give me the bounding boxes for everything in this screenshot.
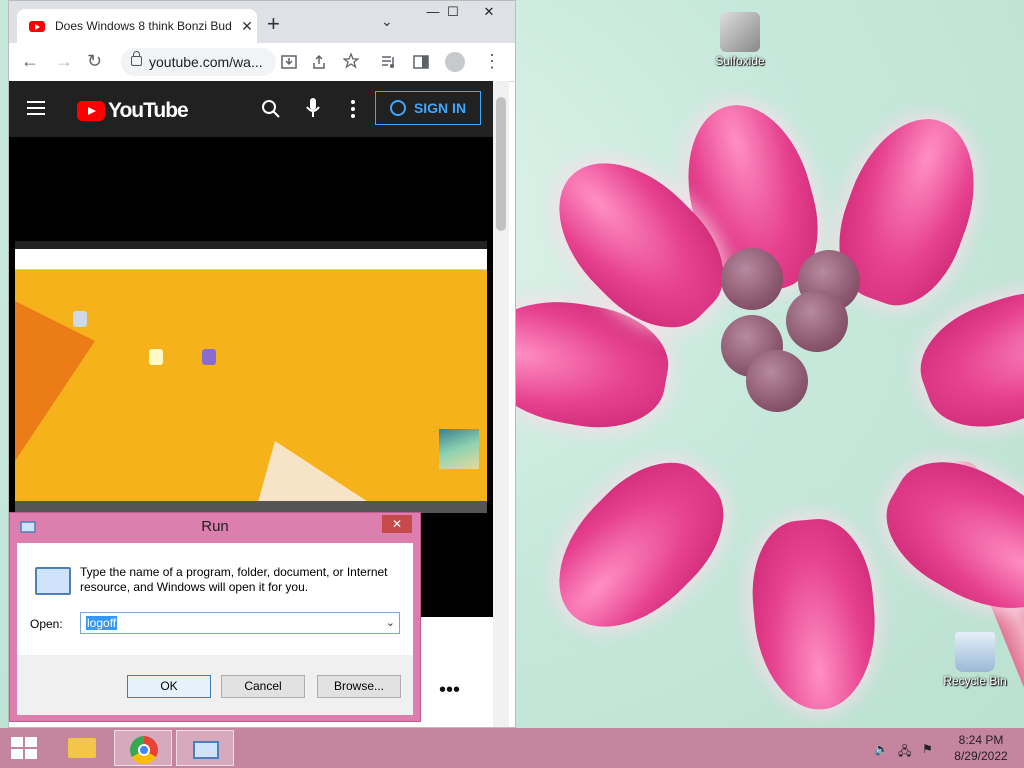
forward-button[interactable]: → — [55, 51, 73, 72]
video-thumbnail[interactable] — [439, 429, 479, 469]
chrome-icon — [130, 736, 158, 764]
cancel-button[interactable]: Cancel — [221, 675, 305, 698]
scrollbar-thumb[interactable] — [496, 97, 506, 231]
browser-toolbar: ← → ↻ youtube.com/wa... ⋮ — [9, 43, 515, 82]
flower-petal — [746, 514, 883, 715]
flower-petal — [529, 437, 749, 657]
run-dialog: Run ✕ Type the name of a program, folder… — [9, 512, 421, 722]
maximize-button[interactable]: ☐ — [435, 1, 471, 25]
video-player[interactable] — [15, 241, 487, 513]
action-center-icon[interactable]: ⚑ — [922, 742, 933, 756]
ok-button[interactable]: OK — [127, 675, 211, 698]
youtube-play-icon — [77, 101, 105, 121]
desktop-icon-recycle-bin[interactable]: Recycle Bin — [940, 632, 1010, 688]
tab-strip: Does Windows 8 think Bonzi Bud ✕ + ⌄ — ☐… — [9, 1, 515, 43]
share-icon[interactable] — [311, 54, 327, 70]
new-tab-button[interactable]: + — [267, 11, 280, 37]
desktop-icon-label: Recycle Bin — [943, 674, 1007, 688]
taskbar: 🔈 🖧 ⚑ 8:24 PM 8/29/2022 — [0, 728, 1024, 768]
video-desktop-icon — [149, 349, 163, 365]
video-desktop-icon — [73, 311, 87, 327]
youtube-logo[interactable]: YouTube — [77, 99, 189, 123]
run-icon — [193, 741, 219, 759]
more-options-icon[interactable] — [349, 99, 357, 119]
desktop-icon-sulfoxide[interactable]: Sulfoxide — [705, 12, 775, 68]
desktop-icon-label: Sulfoxide — [715, 54, 765, 68]
desktop-wallpaper — [516, 0, 1024, 728]
network-icon[interactable]: 🖧 — [898, 742, 911, 763]
page-scrollbar[interactable] — [493, 81, 509, 727]
system-clock[interactable]: 8:24 PM 8/29/2022 — [946, 732, 1016, 764]
more-actions-icon[interactable]: ••• — [439, 679, 460, 702]
recycle-bin-icon — [955, 632, 995, 672]
run-dialog-title: Run — [201, 518, 229, 535]
folder-icon — [68, 738, 96, 758]
windows-logo-icon — [25, 749, 37, 759]
address-bar-url: youtube.com/wa... — [149, 54, 263, 70]
windows-logo-icon — [11, 749, 23, 759]
youtube-logo-text: YouTube — [108, 99, 189, 122]
close-window-button[interactable]: ✕ — [471, 1, 507, 25]
chrome-menu-icon[interactable]: ⋮ — [483, 51, 501, 72]
bookmark-star-icon[interactable] — [343, 53, 359, 69]
sign-in-label: SIGN IN — [413, 100, 467, 116]
youtube-favicon-icon — [29, 20, 45, 32]
flower-bud — [721, 248, 783, 310]
volume-muted-icon[interactable]: 🔈 — [874, 742, 889, 756]
run-dialog-buttons: OK Cancel Browse... — [17, 655, 413, 715]
flower-bud — [786, 290, 848, 352]
sulfoxide-icon — [720, 12, 760, 52]
side-panel-icon[interactable] — [413, 54, 429, 70]
youtube-header: YouTube SIGN IN — [9, 81, 493, 137]
sign-in-button[interactable]: SIGN IN — [375, 91, 481, 125]
open-label: Open: — [30, 617, 63, 631]
taskbar-run[interactable] — [176, 730, 234, 766]
browser-tab[interactable]: Does Windows 8 think Bonzi Bud ✕ — [17, 9, 257, 43]
hamburger-menu-icon[interactable] — [27, 101, 45, 115]
video-desktop-icon — [202, 349, 216, 365]
open-combobox[interactable]: logoff ⌄ — [80, 612, 400, 634]
profile-avatar-icon[interactable] — [445, 52, 465, 72]
reload-button[interactable]: ↻ — [87, 51, 102, 72]
run-close-button[interactable]: ✕ — [382, 515, 412, 533]
account-icon — [389, 100, 406, 116]
browse-button[interactable]: Browse... — [317, 675, 401, 698]
media-control-icon[interactable] — [381, 54, 397, 70]
install-icon[interactable] — [281, 54, 297, 70]
start-button[interactable] — [11, 737, 39, 759]
windows-logo-icon — [25, 737, 37, 747]
video-window-chrome — [15, 249, 487, 270]
run-dialog-body: Type the name of a program, folder, docu… — [17, 543, 413, 655]
clock-time: 8:24 PM — [958, 733, 1004, 747]
clock-date: 8/29/2022 — [954, 749, 1008, 763]
search-icon[interactable] — [261, 99, 281, 119]
lock-icon — [131, 51, 142, 66]
video-top-bar — [15, 241, 487, 249]
back-button[interactable]: ← — [21, 51, 39, 72]
run-program-icon — [35, 567, 71, 595]
taskbar-chrome[interactable] — [114, 730, 172, 766]
address-bar[interactable]: youtube.com/wa... — [121, 48, 276, 76]
tab-close-icon[interactable]: ✕ — [237, 18, 257, 35]
microphone-icon[interactable] — [305, 97, 321, 119]
tab-search-button[interactable]: ⌄ — [381, 13, 393, 30]
flower-petal — [866, 438, 1024, 637]
tab-title: Does Windows 8 think Bonzi Bud — [55, 19, 232, 33]
run-description: Type the name of a program, folder, docu… — [80, 565, 388, 594]
windows-logo-icon — [11, 737, 23, 747]
taskbar-file-explorer[interactable] — [52, 730, 110, 766]
chevron-down-icon[interactable]: ⌄ — [386, 613, 395, 633]
open-input-value[interactable]: logoff — [86, 616, 118, 630]
flower-bud — [746, 350, 808, 412]
